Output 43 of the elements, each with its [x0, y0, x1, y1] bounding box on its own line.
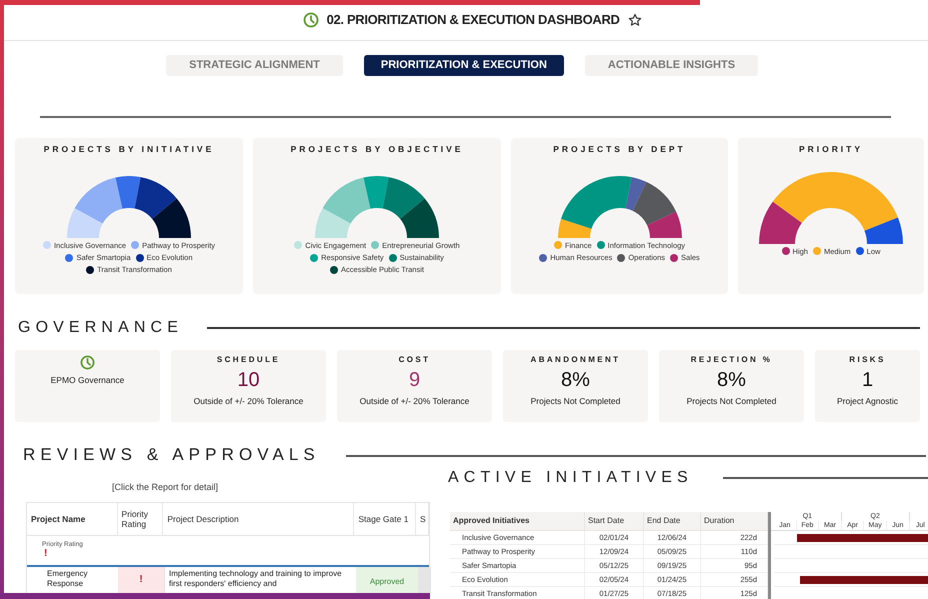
- priority-cell: !: [118, 566, 164, 592]
- kpi-value: 9: [408, 368, 420, 392]
- kpi-note: Outside of +/- 20% Tolerance: [360, 395, 470, 408]
- kpi-value: 8%: [561, 368, 590, 392]
- card-title: PROJECTS BY INITIATIVE: [44, 143, 214, 156]
- table-cell: [418, 566, 431, 592]
- kpi-note: Outside of +/- 20% Tolerance: [194, 395, 304, 408]
- kpi-note: Projects Not Completed: [530, 395, 620, 408]
- star-icon[interactable]: [628, 13, 642, 27]
- tab[interactable]: ACTIONABLE INSIGHTS: [584, 55, 758, 76]
- table-cell-text: Emergency Response: [46, 568, 88, 590]
- kpi-title: SCHEDULE: [216, 354, 280, 366]
- card-title: PROJECTS BY OBJECTIVE: [290, 143, 464, 156]
- dashboard-title: 02. PRIORITIZATION & EXECUTION DASHBOARD: [326, 11, 620, 30]
- section-heading: GOVERNANCE: [18, 318, 183, 338]
- tab[interactable]: STRATEGIC ALIGNMENT: [166, 55, 343, 76]
- kpi-value: 10: [237, 368, 260, 392]
- kpi-title: ABANDONMENT: [530, 354, 620, 366]
- kpi-note: Project Agnostic: [837, 395, 898, 408]
- kpi-note: Projects Not Completed: [686, 395, 776, 408]
- column-header: Duration: [704, 515, 734, 527]
- section-heading: ACTIVE INITIATIVES: [448, 468, 693, 488]
- card-label: EPMO Governance: [50, 374, 124, 387]
- status-cell: Approved: [356, 566, 418, 592]
- column-header: Stage Gate 1: [358, 514, 408, 524]
- kpi-title: COST: [398, 354, 430, 366]
- column-header: S: [420, 514, 426, 524]
- column-header: Project Description: [167, 514, 239, 524]
- column-header: Approved Initiatives: [453, 515, 530, 527]
- column-header: End Date: [647, 515, 680, 527]
- card-title: PRIORITY: [799, 143, 863, 156]
- kpi-value: 8%: [717, 368, 746, 392]
- column-header: Priority Rating: [122, 508, 149, 528]
- kpi-value: 1: [862, 368, 874, 392]
- kpi-title: RISKS: [849, 354, 886, 366]
- kpi-title: REJECTION %: [690, 354, 772, 366]
- priority-mark: !: [44, 549, 48, 560]
- section-heading: REVIEWS & APPROVALS: [23, 444, 320, 466]
- tab[interactable]: PRIORITIZATION & EXECUTION: [364, 55, 564, 76]
- card-title: PROJECTS BY DEPT: [553, 143, 686, 156]
- hint-text: [Click the Report for detail]: [112, 482, 218, 492]
- column-header: Project Name: [31, 514, 86, 524]
- column-header: Start Date: [588, 515, 624, 527]
